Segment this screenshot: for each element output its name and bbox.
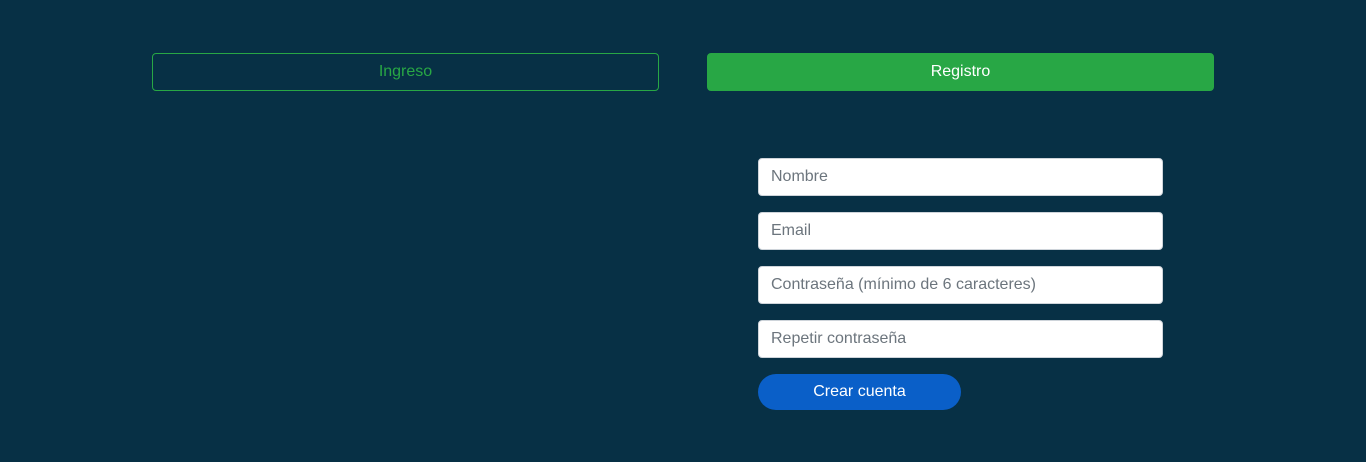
password-field[interactable] xyxy=(758,266,1163,304)
tab-login-label: Ingreso xyxy=(378,63,433,80)
create-account-button[interactable]: Crear cuenta xyxy=(758,374,961,410)
name-field[interactable] xyxy=(758,158,1163,196)
tab-register-label: Registro xyxy=(930,63,991,80)
tab-login[interactable]: Ingreso xyxy=(152,53,659,91)
tab-register[interactable]: Registro xyxy=(707,53,1214,91)
email-field[interactable] xyxy=(758,212,1163,250)
repeat-password-field[interactable] xyxy=(758,320,1163,358)
